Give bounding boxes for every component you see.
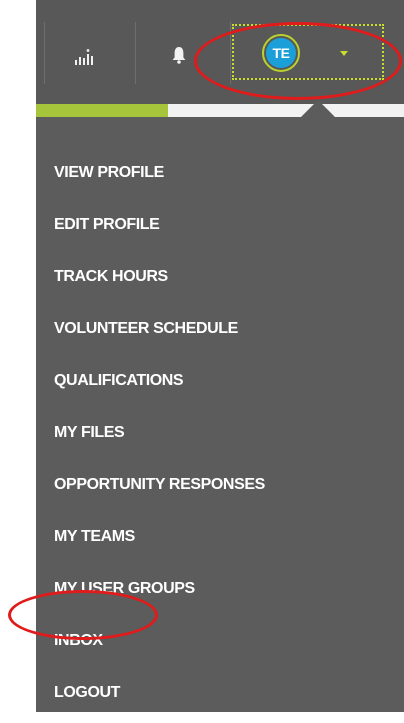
menu-item-logout[interactable]: LOGOUT (54, 671, 265, 723)
menu-item-my-teams[interactable]: MY TEAMS (54, 515, 265, 567)
progress-fill (36, 104, 169, 117)
toolbar-divider (135, 22, 136, 84)
menu-item-my-files[interactable]: MY FILES (54, 411, 265, 463)
menu-item-track-hours[interactable]: TRACK HOURS (54, 255, 265, 307)
menu-item-edit-profile[interactable]: EDIT PROFILE (54, 203, 265, 255)
dropdown-pointer (301, 100, 335, 117)
menu-item-view-profile[interactable]: VIEW PROFILE (54, 151, 265, 203)
annotation-circle-inbox (8, 590, 158, 640)
annotation-circle-profile (194, 22, 402, 100)
menu-item-qualifications[interactable]: QUALIFICATIONS (54, 359, 265, 411)
bar-chart-icon[interactable] (74, 48, 94, 66)
menu-item-volunteer-schedule[interactable]: VOLUNTEER SCHEDULE (54, 307, 265, 359)
progress-bar (36, 104, 404, 117)
bell-icon[interactable] (171, 45, 187, 65)
toolbar-divider (44, 22, 45, 84)
menu-item-opportunity-responses[interactable]: OPPORTUNITY RESPONSES (54, 463, 265, 515)
